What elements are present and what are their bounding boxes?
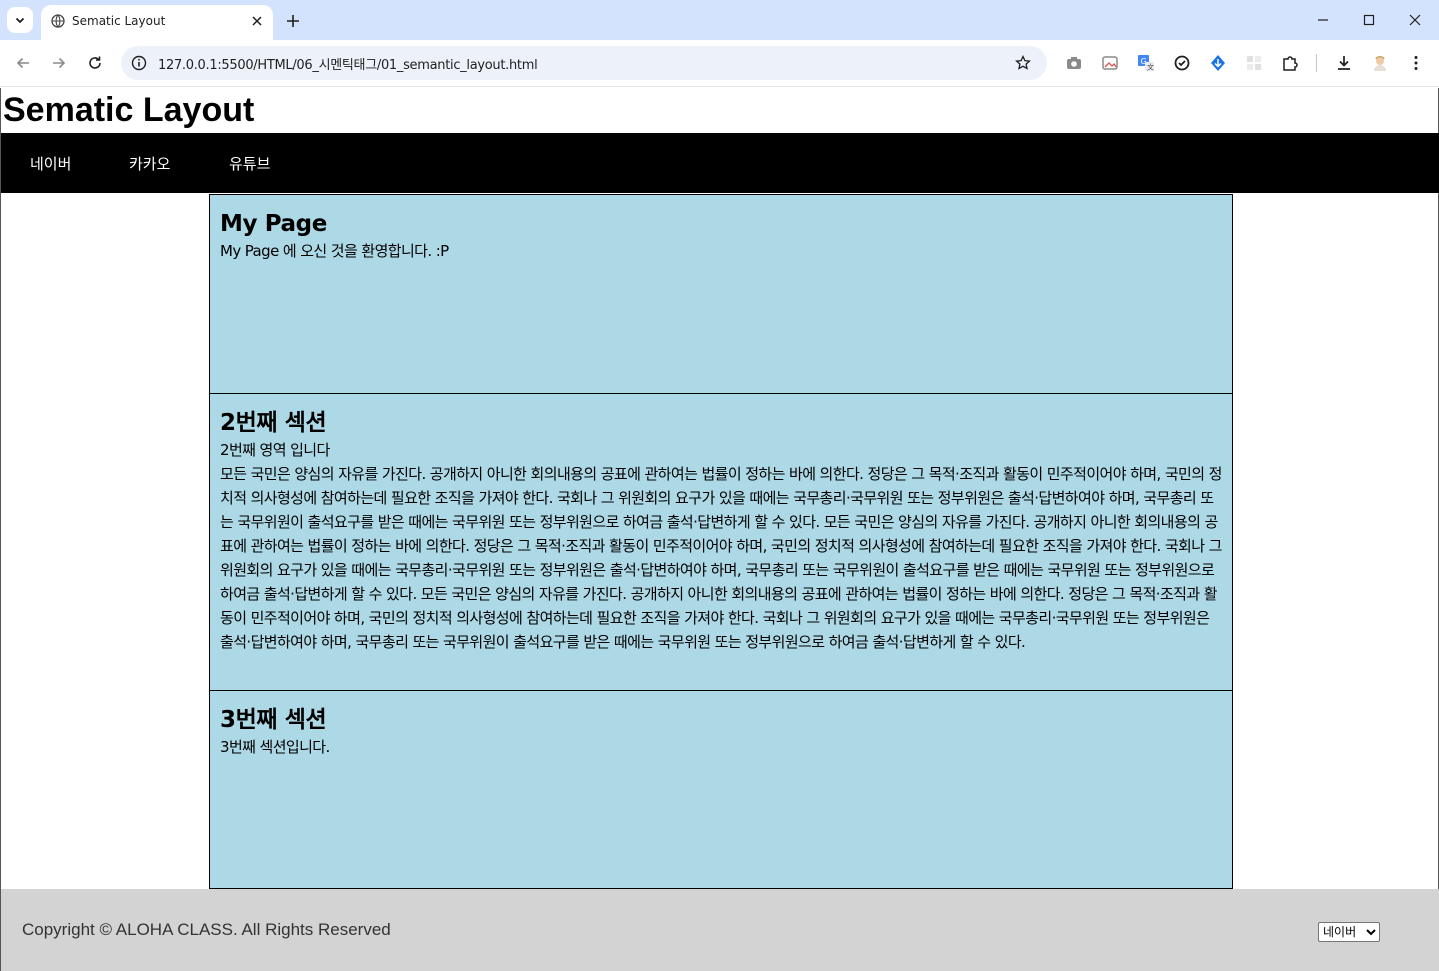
new-tab-button[interactable] xyxy=(282,10,304,32)
section-my-page: My Page My Page 에 오신 것을 환영합니다. :P xyxy=(209,194,1233,394)
copyright-text: Copyright © ALOHA CLASS. All Rights Rese… xyxy=(22,920,391,939)
maximize-button[interactable] xyxy=(1352,6,1386,34)
section-heading: My Page xyxy=(220,211,327,237)
avatar-icon xyxy=(1374,56,1386,71)
main-nav: 네이버 카카오 유튜브 xyxy=(1,133,1439,193)
address-bar[interactable]: 127.0.0.1:5500/HTML/06_시멘틱태그/01_semantic… xyxy=(121,46,1047,80)
nav-link-youtube[interactable]: 유튜브 xyxy=(229,153,270,174)
site-info-button[interactable] xyxy=(129,53,149,73)
site-select[interactable]: 네이버 xyxy=(1318,922,1380,942)
plus-icon xyxy=(287,15,299,27)
profile-avatar[interactable] xyxy=(1369,52,1391,74)
translate-icon: G文 xyxy=(1138,55,1154,72)
nav-link-naver[interactable]: 네이버 xyxy=(30,153,71,174)
toolbar-divider xyxy=(1316,54,1317,72)
downloads-button[interactable] xyxy=(1333,52,1355,74)
tab-title: Sematic Layout xyxy=(72,14,166,28)
arrow-left-icon xyxy=(16,57,29,69)
close-icon xyxy=(1409,14,1421,26)
section-heading: 3번째 섹션 xyxy=(220,707,327,733)
page-footer: Copyright © ALOHA CLASS. All Rights Rese… xyxy=(1,889,1439,971)
browser-toolbar: 127.0.0.1:5500/HTML/06_시멘틱태그/01_semantic… xyxy=(0,40,1439,87)
browser-menu-button[interactable] xyxy=(1405,52,1427,74)
section-text: 모든 국민은 양심의 자유를 가진다. 공개하지 아니한 회의내용의 공표에 관… xyxy=(220,465,1222,651)
puzzle-icon xyxy=(1283,56,1298,71)
star-icon xyxy=(1015,55,1031,70)
url-text: 127.0.0.1:5500/HTML/06_시멘틱태그/01_semantic… xyxy=(158,58,538,73)
forward-button[interactable] xyxy=(46,50,72,76)
tab-close-button[interactable] xyxy=(248,12,266,30)
page-title: Sematic Layout xyxy=(3,91,255,129)
browser-tab-strip: Sematic Layout xyxy=(0,0,1439,40)
tab-search-button[interactable] xyxy=(7,7,33,33)
translate-extension-button[interactable]: G文 xyxy=(1135,52,1157,74)
download-icon xyxy=(1338,56,1350,70)
camera-icon xyxy=(1067,57,1081,69)
more-vertical-icon xyxy=(1414,56,1418,70)
close-icon xyxy=(252,16,262,26)
sync-extension-button[interactable] xyxy=(1171,52,1193,74)
page-viewport: Sematic Layout 네이버 카카오 유튜브 My Page My Pa… xyxy=(0,88,1439,971)
back-button[interactable] xyxy=(10,50,36,76)
minimize-button[interactable] xyxy=(1306,6,1340,34)
section-heading: 2번째 섹션 xyxy=(220,410,327,436)
section-text: My Page 에 오신 것을 환영합니다. :P xyxy=(220,242,449,260)
section-subtext: 2번째 영역 입니다 xyxy=(220,441,330,459)
grid-icon xyxy=(1247,56,1261,70)
reload-button[interactable] xyxy=(82,50,108,76)
minimize-icon xyxy=(1318,19,1328,21)
bookmark-button[interactable] xyxy=(1013,53,1033,73)
screenshot-extension-button[interactable] xyxy=(1063,52,1085,74)
svg-text:文: 文 xyxy=(1147,63,1154,72)
extensions-button[interactable] xyxy=(1279,52,1301,74)
globe-icon xyxy=(51,14,65,28)
download-helper-extension-button[interactable] xyxy=(1207,52,1229,74)
diamond-arrow-icon xyxy=(1211,55,1225,71)
chevron-down-icon xyxy=(15,17,25,24)
reload-icon xyxy=(89,56,101,69)
grid-extension-button[interactable] xyxy=(1243,52,1265,74)
maximize-icon xyxy=(1363,14,1375,26)
window-close-button[interactable] xyxy=(1398,6,1432,34)
nav-link-kakao[interactable]: 카카오 xyxy=(129,153,170,174)
section-third: 3번째 섹션 3번째 섹션입니다. xyxy=(209,690,1233,889)
sync-icon xyxy=(1174,55,1190,71)
browser-tab[interactable]: Sematic Layout xyxy=(41,5,273,40)
section-second: 2번째 섹션 2번째 영역 입니다 모든 국민은 양심의 자유를 가진다. 공개… xyxy=(209,393,1233,691)
image-icon xyxy=(1102,56,1118,70)
image-extension-button[interactable] xyxy=(1099,52,1121,74)
section-text: 3번째 섹션입니다. xyxy=(220,738,330,756)
info-icon xyxy=(131,55,147,71)
arrow-right-icon xyxy=(53,57,66,69)
